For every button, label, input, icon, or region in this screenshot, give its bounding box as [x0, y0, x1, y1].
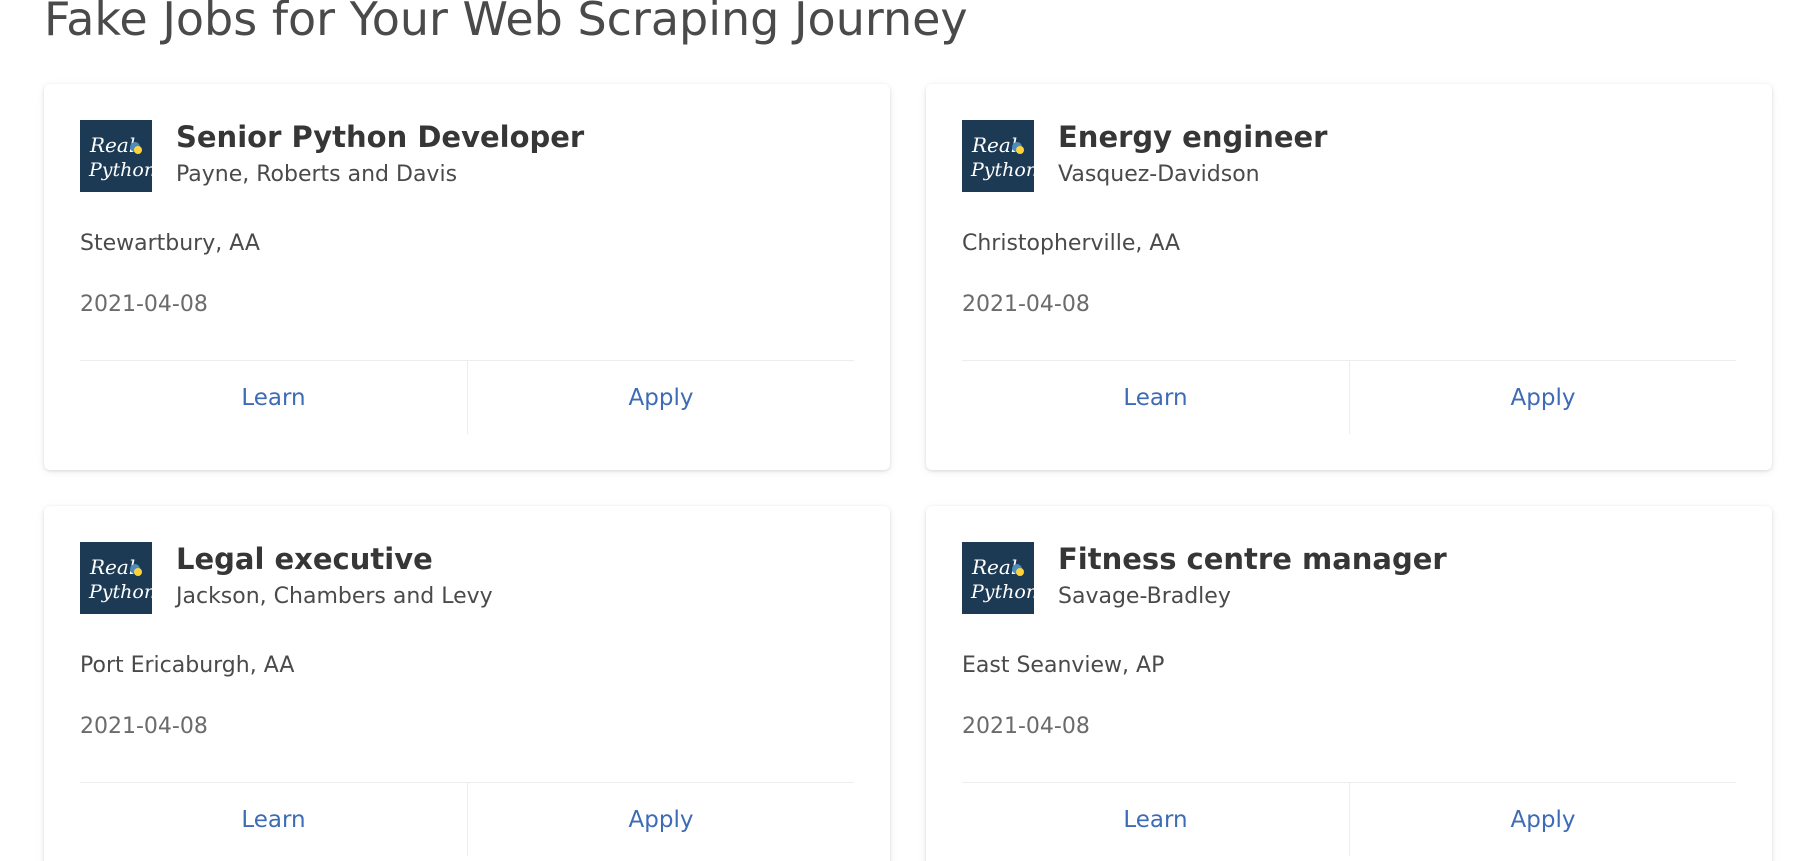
svg-text:Python: Python: [970, 581, 1034, 603]
job-card-footer: Learn Apply: [962, 782, 1736, 856]
job-card-grid: Real Python Senior Python Developer Payn…: [44, 84, 1772, 861]
job-card: Real Python Fitness centre manager Savag…: [926, 506, 1772, 861]
job-card-footer: Learn Apply: [962, 360, 1736, 434]
job-title: Senior Python Developer: [176, 120, 585, 154]
apply-link[interactable]: Apply: [1349, 783, 1736, 856]
job-card-header: Real Python Senior Python Developer Payn…: [80, 120, 854, 192]
job-posted-date: 2021-04-08: [80, 713, 208, 739]
learn-link[interactable]: Learn: [962, 361, 1349, 434]
job-card-heading: Energy engineer Vasquez-Davidson: [1058, 120, 1327, 189]
company-name: Jackson, Chambers and Levy: [176, 583, 493, 609]
apply-link[interactable]: Apply: [467, 361, 854, 434]
svg-text:Real: Real: [971, 555, 1017, 579]
job-card-header: Real Python Legal executive Jackson, Cha…: [80, 542, 854, 614]
company-logo: Real Python: [80, 542, 152, 614]
apply-link[interactable]: Apply: [1349, 361, 1736, 434]
job-location: Port Ericaburgh, AA: [80, 653, 295, 678]
svg-text:Real: Real: [971, 133, 1017, 157]
job-location: East Seanview, AP: [962, 653, 1165, 678]
svg-text:Python: Python: [88, 159, 152, 181]
page: Fake Jobs for Your Web Scraping Journey …: [0, 0, 1806, 861]
job-card: Real Python Senior Python Developer Payn…: [44, 84, 890, 470]
company-name: Payne, Roberts and Davis: [176, 161, 458, 187]
job-card-header: Real Python Energy engineer Vasquez-Davi…: [962, 120, 1736, 192]
svg-text:Real: Real: [89, 133, 135, 157]
real-python-logo-icon: Real Python: [970, 555, 1034, 603]
company-logo: Real Python: [962, 120, 1034, 192]
company-name: Vasquez-Davidson: [1058, 161, 1260, 187]
real-python-logo-icon: Real Python: [88, 555, 152, 603]
job-title: Fitness centre manager: [1058, 542, 1447, 576]
learn-link[interactable]: Learn: [80, 783, 467, 856]
job-card-heading: Fitness centre manager Savage-Bradley: [1058, 542, 1447, 611]
svg-text:Real: Real: [89, 555, 135, 579]
apply-link[interactable]: Apply: [467, 783, 854, 856]
job-location: Stewartbury, AA: [80, 231, 260, 256]
job-card-header: Real Python Fitness centre manager Savag…: [962, 542, 1736, 614]
company-logo: Real Python: [80, 120, 152, 192]
learn-link[interactable]: Learn: [80, 361, 467, 434]
job-posted-date: 2021-04-08: [80, 291, 208, 317]
job-posted-date: 2021-04-08: [962, 291, 1090, 317]
job-title: Energy engineer: [1058, 120, 1328, 154]
company-name: Savage-Bradley: [1058, 583, 1231, 609]
job-card-footer: Learn Apply: [80, 782, 854, 856]
svg-text:Python: Python: [970, 159, 1034, 181]
svg-text:Python: Python: [88, 581, 152, 603]
job-location: Christopherville, AA: [962, 231, 1181, 256]
job-card: Real Python Energy engineer Vasquez-Davi…: [926, 84, 1772, 470]
real-python-logo-icon: Real Python: [970, 133, 1034, 181]
learn-link[interactable]: Learn: [962, 783, 1349, 856]
job-title: Legal executive: [176, 542, 433, 576]
real-python-logo-icon: Real Python: [88, 133, 152, 181]
job-posted-date: 2021-04-08: [962, 713, 1090, 739]
job-card-heading: Senior Python Developer Payne, Roberts a…: [176, 120, 584, 189]
job-card: Real Python Legal executive Jackson, Cha…: [44, 506, 890, 861]
company-logo: Real Python: [962, 542, 1034, 614]
job-card-heading: Legal executive Jackson, Chambers and Le…: [176, 542, 493, 611]
page-title: Fake Jobs for Your Web Scraping Journey: [44, 0, 968, 46]
job-card-footer: Learn Apply: [80, 360, 854, 434]
